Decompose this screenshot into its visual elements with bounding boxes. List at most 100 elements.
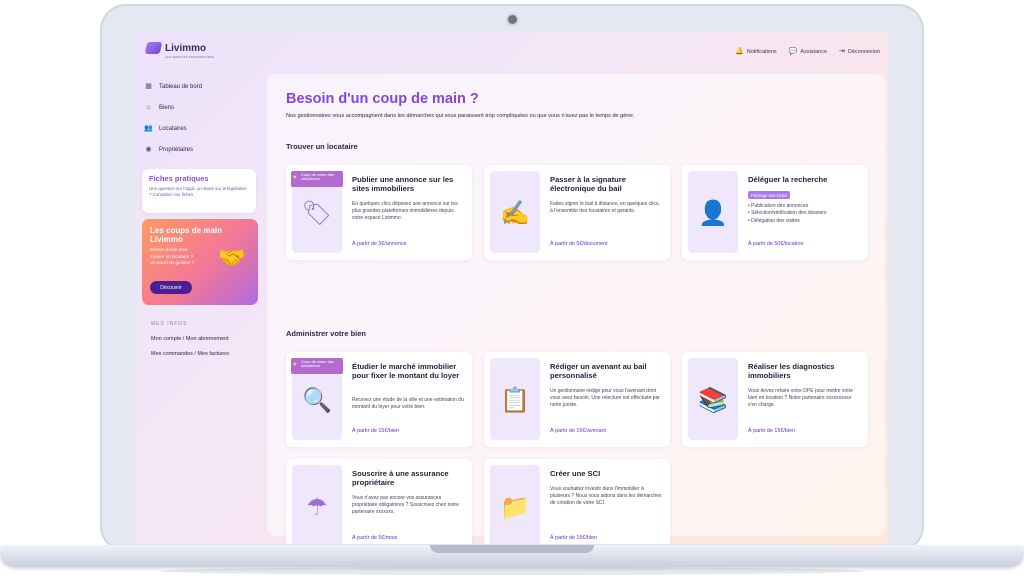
home-icon: ⌂: [146, 104, 151, 111]
card-illustration: ♥ Coup de cœur des utilisateurs 🔍: [291, 358, 343, 440]
card-title: Souscrire à une assurance propriétaire: [352, 469, 449, 488]
app-screen: Livimmo LES SERVICES PROPRIÉTAIRES 🔔 Not…: [136, 31, 888, 544]
list-item: Sélection/vérification des dossiers: [748, 210, 826, 217]
chat-icon: 💬: [788, 48, 798, 55]
sidebar-item-label: Locataires: [159, 125, 187, 132]
card-price[interactable]: À partir de 5€/annonce: [352, 241, 407, 247]
account-link[interactable]: Mon compte / Mon abonnement: [151, 336, 229, 342]
logout-button[interactable]: ⇥ Déconnexion: [839, 48, 880, 55]
service-card[interactable]: 📚 Réaliser les diagnostics immobiliers V…: [682, 352, 868, 447]
service-card[interactable]: ♥ Coup de cœur des utilisateurs 🏷 Publier…: [286, 165, 472, 260]
card-price[interactable]: À partir de 5€/mois: [352, 535, 397, 541]
assistance-button[interactable]: 💬 Assistance: [789, 48, 827, 55]
package-badge: Package tout inclus: [748, 191, 791, 199]
card-description: Vous souhaitez investir dans l'immobilie…: [550, 486, 662, 506]
service-card[interactable]: 📁 Créer une SCI Vous souhaitez investir …: [484, 459, 670, 544]
contract-icon: 📋: [500, 387, 530, 414]
assistance-label: Assistance: [800, 48, 828, 55]
section-title: Administrer votre bien: [286, 329, 367, 338]
discover-button[interactable]: Découvrir: [150, 281, 192, 294]
logo-icon: [144, 42, 163, 54]
card-illustration: 📋: [490, 358, 540, 440]
list-item: Délégation des visites: [748, 218, 826, 225]
card-illustration: ☂: [292, 465, 342, 544]
fiches-title: Fiches pratiques: [149, 174, 209, 183]
card-price[interactable]: À partir de 15€/avenant: [550, 428, 606, 434]
card-description: Un gestionnaire rédige pour vous l'avena…: [550, 388, 660, 408]
card-description: En quelques clics déposez une annonce su…: [352, 201, 458, 221]
card-price[interactable]: À partir de 15€/bien: [748, 428, 795, 434]
main-panel: Besoin d'un coup de main ? Nos gestionna…: [267, 74, 885, 544]
card-title: Étudier le marché immobilier pour fixer …: [352, 362, 460, 381]
service-card[interactable]: ✍ Passer à la signature électronique du …: [484, 165, 670, 260]
promo-text: Besoin d'aide pour trouver un locataire …: [150, 247, 195, 265]
service-card[interactable]: 👤 Déléguer la recherche Package tout inc…: [682, 165, 868, 260]
mes-infos-title: MES INFOS: [151, 321, 188, 327]
badge-label: Coup de cœur des utilisateurs: [301, 172, 335, 182]
badge-label: Coup de cœur des utilisateurs: [301, 359, 335, 369]
card-title: Créer une SCI: [550, 469, 601, 478]
market-study-icon: 🔍: [302, 387, 332, 414]
card-illustration: 📁: [490, 465, 540, 544]
sidebar: ▦ Tableau de bord ⌂ Biens 👥 Locataires ◉…: [144, 76, 264, 160]
sidebar-item-label: Biens: [159, 104, 175, 111]
notifications-button[interactable]: 🔔 Notifications: [735, 48, 777, 55]
card-price[interactable]: À partir de 50€/location: [748, 241, 803, 247]
camera: [508, 15, 517, 24]
card-description: Vous n'avez pas encore vos assurances pr…: [352, 495, 459, 515]
fiches-text: Une question sur l'appli, un doute sur l…: [149, 186, 247, 197]
favorite-badge: ♥ Coup de cœur des utilisateurs: [291, 358, 343, 374]
sidebar-item-biens[interactable]: ⌂ Biens: [144, 97, 264, 118]
page-title: Besoin d'un coup de main ?: [286, 91, 479, 107]
notifications-label: Notifications: [746, 48, 777, 55]
umbrella-icon: ☂: [306, 494, 328, 521]
logout-icon: ⇥: [839, 48, 845, 55]
service-card[interactable]: 📋 Rédiger un avenant au bail personnalis…: [484, 352, 670, 447]
favorite-badge: ♥ Coup de cœur des utilisateurs: [291, 171, 343, 187]
sidebar-item-proprietaires[interactable]: ◉ Propriétaires: [144, 139, 264, 160]
heart-icon: ♥: [293, 362, 297, 368]
card-price[interactable]: À partir de 15€/bien: [352, 428, 399, 434]
diagnostics-icon: 📚: [698, 387, 728, 414]
sidebar-item-dashboard[interactable]: ▦ Tableau de bord: [144, 76, 264, 97]
service-card[interactable]: ♥ Coup de cœur des utilisateurs 🔍 Étudier…: [286, 352, 472, 447]
sci-folder-icon: 📁: [500, 494, 530, 521]
delegate-search-icon: 👤: [698, 200, 728, 227]
promo-title: Les coups de main Livimmo: [150, 226, 223, 245]
app-tagline: LES SERVICES PROPRIÉTAIRES: [165, 55, 215, 59]
promo-card: Les coups de main Livimmo Besoin d'aide …: [142, 219, 258, 305]
app-logo[interactable]: Livimmo LES SERVICES PROPRIÉTAIRES: [144, 42, 214, 59]
mes-infos: MES INFOS Mon compte / Mon abonnement Me…: [151, 321, 229, 366]
heart-icon: ♥: [293, 175, 297, 181]
laptop-shadow: [160, 567, 864, 575]
card-illustration: ♥ Coup de cœur des utilisateurs 🏷: [291, 171, 343, 253]
listing-sites-icon: 🏷: [301, 200, 333, 227]
laptop-notch: [430, 545, 594, 553]
sidebar-item-locataires[interactable]: 👥 Locataires: [144, 118, 264, 139]
sidebar-item-label: Propriétaires: [159, 146, 194, 153]
card-title: Publier une annonce sur les sites immobi…: [352, 175, 454, 194]
card-title: Réaliser les diagnostics immobiliers: [748, 362, 835, 381]
card-illustration: 📚: [688, 358, 738, 440]
card-title: Passer à la signature électronique du ba…: [550, 175, 626, 194]
dashboard-icon: ▦: [145, 83, 152, 90]
app-name: Livimmo: [165, 42, 207, 54]
sidebar-item-label: Tableau de bord: [159, 83, 203, 90]
card-illustration: 👤: [688, 171, 738, 253]
handshake-icon: 🤝: [218, 245, 246, 270]
service-card[interactable]: ☂ Souscrire à une assurance propriétaire…: [286, 459, 472, 544]
card-description: Faites signer le bail à distance, en que…: [550, 201, 660, 214]
card-price[interactable]: À partir de 5€/document: [550, 241, 608, 247]
header-actions: 🔔 Notifications 💬 Assistance ⇥ Déconnexi…: [735, 48, 880, 55]
logout-label: Déconnexion: [847, 48, 880, 55]
card-price[interactable]: À partir de 15€/bien: [550, 535, 597, 541]
orders-link[interactable]: Mes commandes / Mes factures: [151, 351, 229, 357]
card-title: Rédiger un avenant au bail personnalisé: [550, 362, 647, 381]
user-circle-icon: ◉: [145, 146, 152, 153]
fiches-pratiques-card[interactable]: Fiches pratiques Une question sur l'appl…: [142, 169, 256, 213]
feature-list: Publication des annonces Sélection/vérif…: [748, 203, 826, 225]
card-description: Recevez une étude de la ville et une est…: [352, 397, 464, 410]
section-title: Trouver un locataire: [286, 142, 358, 151]
list-item: Publication des annonces: [748, 203, 826, 210]
users-icon: 👥: [144, 125, 153, 132]
